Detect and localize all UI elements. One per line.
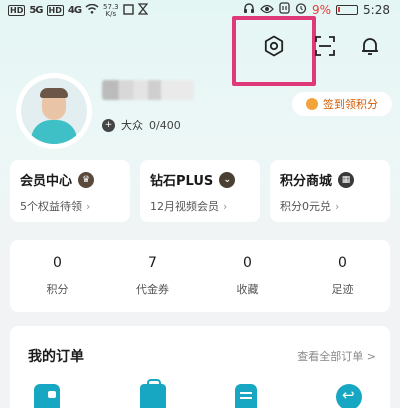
card-title: 积分商城 bbox=[280, 174, 333, 189]
stat-value: 0 bbox=[338, 255, 347, 271]
orders-panel: 我的订单 查看全部订单 > bbox=[10, 326, 390, 408]
status-bar: HD 5G HD 4G 57.3 K/s 9% 5:28 bbox=[0, 0, 400, 20]
checkin-label: 签到领积分 bbox=[323, 98, 378, 111]
diamond-chevron-icon: ⌄ bbox=[219, 171, 236, 188]
card-subtitle: 5个权益待领 bbox=[20, 200, 82, 213]
chevron-right-icon: › bbox=[223, 199, 228, 213]
hourglass-icon bbox=[137, 3, 148, 18]
nfc-icon bbox=[279, 2, 290, 17]
gift-icon: ▦ bbox=[338, 171, 355, 188]
username-blurred[interactable] bbox=[102, 80, 194, 100]
hd-badge-2: HD bbox=[46, 5, 64, 16]
shopping-bag-icon[interactable] bbox=[140, 379, 166, 408]
level-name: 大众 bbox=[121, 119, 143, 132]
scan-icon bbox=[313, 34, 337, 62]
member-level[interactable]: + 大众 0/400 bbox=[102, 117, 181, 133]
stat-label: 足迹 bbox=[331, 283, 354, 296]
stat-vouchers[interactable]: 7 代金券 bbox=[105, 240, 200, 312]
card-subtitle: 积分0元兑 bbox=[280, 200, 331, 213]
card-title: 会员中心 bbox=[20, 174, 73, 189]
plus-circle-icon: + bbox=[102, 118, 115, 132]
stats-panel: 0 积分 7 代金券 0 收藏 0 足迹 bbox=[10, 240, 390, 312]
stat-favorites[interactable]: 0 收藏 bbox=[200, 240, 295, 312]
level-progress: 0/400 bbox=[149, 118, 181, 132]
battery-icon bbox=[336, 4, 359, 15]
headphone-icon bbox=[243, 2, 255, 17]
wifi-icon bbox=[85, 3, 99, 17]
settings-highlight-frame bbox=[232, 16, 316, 86]
chevron-right-icon: › bbox=[335, 199, 340, 213]
net-speed: 57.3 K/s bbox=[103, 3, 119, 18]
card-member-center[interactable]: 会员中心 ♛ 5个权益待领 › bbox=[10, 160, 130, 222]
battery-percent: 9% bbox=[312, 2, 332, 17]
stat-label: 积分 bbox=[46, 283, 69, 296]
clock-time: 5:28 bbox=[363, 2, 390, 17]
hd-badge: HD bbox=[8, 5, 26, 16]
stat-value: 0 bbox=[53, 255, 62, 271]
avatar-image bbox=[21, 78, 87, 144]
card-title: 钻石PLUS bbox=[150, 174, 214, 189]
crown-icon: ♛ bbox=[78, 171, 95, 188]
stat-label: 收藏 bbox=[236, 283, 259, 296]
stat-value: 0 bbox=[243, 255, 252, 271]
signal-5g: 5G bbox=[29, 5, 43, 16]
notification-square-icon bbox=[122, 3, 134, 18]
card-points-mall[interactable]: 积分商城 ▦ 积分0元兑 › bbox=[270, 160, 390, 222]
signal-4g: 4G bbox=[67, 5, 82, 16]
orders-title: 我的订单 bbox=[28, 349, 84, 365]
notification-button[interactable] bbox=[357, 35, 383, 61]
wallet-icon[interactable] bbox=[34, 384, 60, 408]
eye-icon bbox=[260, 3, 274, 17]
card-diamond-plus[interactable]: 钻石PLUS ⌄ 12月视频会员 › bbox=[140, 160, 260, 222]
alarm-icon bbox=[295, 2, 307, 17]
avatar[interactable] bbox=[16, 73, 92, 149]
bell-icon bbox=[358, 34, 382, 62]
refund-icon[interactable] bbox=[336, 384, 362, 408]
scan-button[interactable] bbox=[312, 35, 338, 61]
card-subtitle: 12月视频会员 bbox=[150, 200, 219, 213]
view-all-orders-link[interactable]: 查看全部订单 > bbox=[297, 348, 376, 364]
stat-label: 代金券 bbox=[136, 283, 169, 296]
checkin-button[interactable]: 签到领积分 bbox=[292, 92, 392, 116]
stat-history[interactable]: 0 足迹 bbox=[295, 240, 390, 312]
chevron-right-icon: › bbox=[86, 199, 91, 213]
stat-value: 7 bbox=[148, 255, 157, 271]
stat-points[interactable]: 0 积分 bbox=[10, 240, 105, 312]
net-speed-unit: K/s bbox=[105, 9, 117, 18]
coin-stack-icon bbox=[306, 98, 318, 110]
document-icon[interactable] bbox=[235, 384, 257, 408]
